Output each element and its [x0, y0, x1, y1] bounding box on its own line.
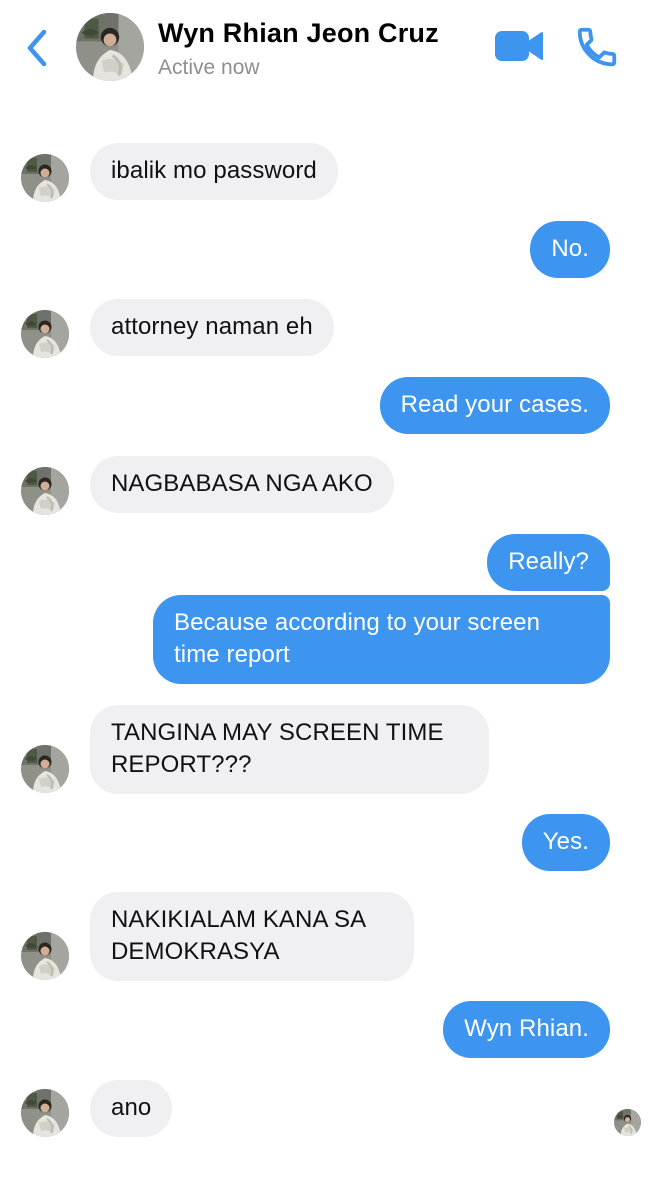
- incoming-message-bubble[interactable]: TANGINA MAY SCREEN TIME REPORT???: [90, 705, 489, 794]
- phone-icon: [577, 27, 617, 67]
- avatar-image: [76, 13, 144, 81]
- voice-call-button[interactable]: [574, 24, 620, 70]
- incoming-message-bubble[interactable]: attorney naman eh: [90, 299, 334, 356]
- contact-avatar[interactable]: [76, 13, 144, 81]
- avatar-image: [21, 154, 69, 202]
- outgoing-message-bubble[interactable]: Because according to your screen time re…: [153, 595, 610, 684]
- outgoing-message-bubble[interactable]: No.: [530, 221, 610, 278]
- outgoing-message-bubble[interactable]: Read your cases.: [379, 377, 610, 434]
- avatar-image: [21, 932, 69, 980]
- back-button[interactable]: [22, 26, 54, 70]
- contact-avatar-small: [21, 932, 69, 980]
- active-status: Active now: [158, 56, 260, 79]
- video-camera-icon: [495, 31, 543, 61]
- avatar-image: [21, 467, 69, 515]
- chat-header: Wyn Rhian Jeon Cruz Active now: [0, 0, 651, 100]
- contact-avatar-small: [21, 745, 69, 793]
- chevron-left-icon: [27, 29, 47, 67]
- avatar-image: [21, 1089, 69, 1137]
- contact-avatar-small: [21, 1089, 69, 1137]
- video-call-button[interactable]: [494, 28, 544, 64]
- incoming-message-bubble[interactable]: ibalik mo password: [90, 143, 338, 200]
- incoming-message-bubble[interactable]: ano: [90, 1080, 173, 1137]
- incoming-message-bubble[interactable]: NAKIKIALAM KANA SA DEMOKRASYA: [90, 892, 414, 981]
- contact-name[interactable]: Wyn Rhian Jeon Cruz: [158, 18, 439, 49]
- read-receipt-avatar: [614, 1109, 641, 1136]
- avatar-image: [21, 745, 69, 793]
- contact-avatar-small: [21, 467, 69, 515]
- outgoing-message-bubble[interactable]: Really?: [487, 534, 610, 591]
- contact-avatar-small: [21, 154, 69, 202]
- outgoing-message-bubble[interactable]: Wyn Rhian.: [443, 1001, 610, 1058]
- avatar-image: [614, 1109, 641, 1136]
- contact-avatar-small: [21, 310, 69, 358]
- avatar-image: [21, 310, 69, 358]
- incoming-message-bubble[interactable]: NAGBABASA NGA AKO: [90, 456, 394, 513]
- outgoing-message-bubble[interactable]: Yes.: [521, 814, 610, 871]
